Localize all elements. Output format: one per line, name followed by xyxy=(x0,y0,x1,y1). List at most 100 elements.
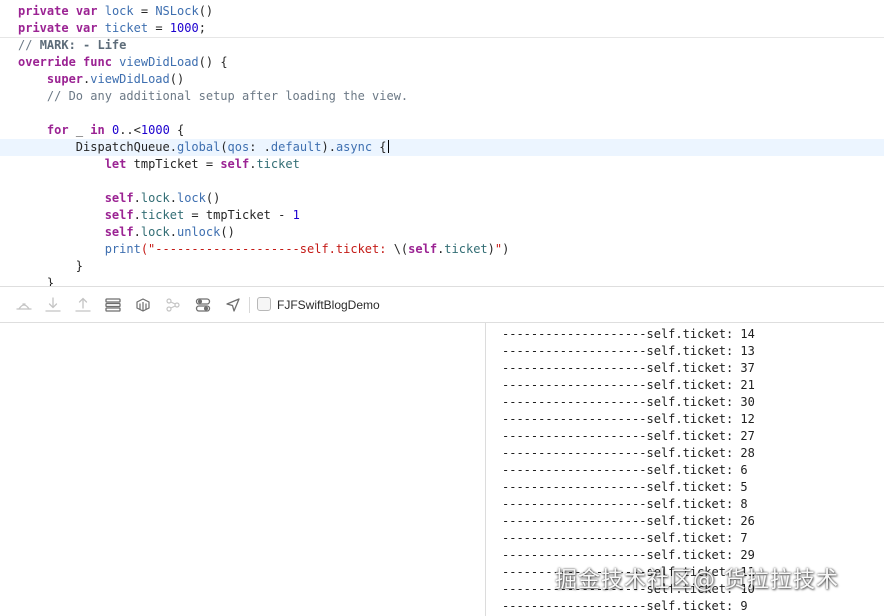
code-line[interactable]: let tmpTicket = self.ticket xyxy=(0,156,884,173)
code-token: super xyxy=(46,72,84,86)
code-token: default xyxy=(270,140,322,154)
code-line[interactable]: // MARK: - Life xyxy=(0,37,884,54)
variables-view[interactable] xyxy=(0,323,485,616)
code-line[interactable]: } xyxy=(0,275,884,286)
code-token: in xyxy=(90,123,105,137)
code-token: ticket xyxy=(444,242,488,256)
code-token: () xyxy=(205,191,221,205)
console-line: --------------------self.ticket: 27 xyxy=(502,429,755,443)
code-token: () xyxy=(198,4,214,18)
code-token: var xyxy=(75,4,98,18)
code-line[interactable]: self.ticket = tmpTicket - 1 xyxy=(0,207,884,224)
toolbar-separator xyxy=(249,297,250,313)
code-token: . xyxy=(133,225,141,239)
code-token: } xyxy=(18,276,55,286)
console-line: --------------------self.ticket: 29 xyxy=(502,548,755,562)
environment-overrides-icon[interactable] xyxy=(193,295,213,315)
code-token: 1000 xyxy=(169,21,199,35)
code-token: 1000 xyxy=(140,123,170,137)
code-line[interactable] xyxy=(0,105,884,122)
hide-debug-area-icon[interactable] xyxy=(14,295,34,315)
code-editor[interactable]: private var lock = NSLock() private var t… xyxy=(0,0,884,286)
code-token: lock xyxy=(176,191,206,205)
code-line[interactable]: print("--------------------self.ticket: … xyxy=(0,241,884,258)
code-token: lock xyxy=(140,225,170,239)
code-line[interactable]: } xyxy=(0,258,884,275)
code-line[interactable] xyxy=(0,173,884,190)
code-token: : . xyxy=(249,140,271,154)
code-token: let xyxy=(104,157,127,171)
code-token: func xyxy=(83,55,112,69)
code-token: tmpTicket = xyxy=(126,157,221,171)
code-line[interactable]: self.lock.unlock() xyxy=(0,224,884,241)
console-line: --------------------self.ticket: 37 xyxy=(502,361,755,375)
code-token: ) xyxy=(487,242,495,256)
code-line[interactable]: super.viewDidLoad() xyxy=(0,71,884,88)
code-token: = xyxy=(148,21,170,35)
code-token: . xyxy=(169,191,177,205)
code-token: } xyxy=(18,259,84,273)
code-line[interactable]: self.lock.lock() xyxy=(0,190,884,207)
code-token: { xyxy=(372,140,387,154)
text-cursor xyxy=(387,140,389,153)
console-line: --------------------self.ticket: 8 xyxy=(502,497,748,511)
console-line: --------------------self.ticket: 6 xyxy=(502,463,748,477)
code-token: ticket xyxy=(104,21,149,35)
code-token: print xyxy=(104,242,141,256)
console-line: --------------------self.ticket: 7 xyxy=(502,531,748,545)
step-over-icon[interactable] xyxy=(43,295,63,315)
code-token: = xyxy=(133,4,156,18)
code-token: . xyxy=(169,225,177,239)
code-token: self xyxy=(104,208,134,222)
mark-divider xyxy=(0,37,884,38)
code-token: private xyxy=(18,4,69,18)
code-token: { xyxy=(169,123,185,137)
code-line[interactable]: DispatchQueue.global(qos: .default).asyn… xyxy=(0,139,884,156)
code-token: viewDidLoad xyxy=(119,55,199,69)
code-token: ). xyxy=(321,140,336,154)
view-hierarchy-icon[interactable] xyxy=(103,295,123,315)
watermark: 掘金技术社区@ 货拉拉技术 xyxy=(555,568,839,593)
step-into-icon[interactable] xyxy=(73,295,93,315)
code-line[interactable]: for _ in 0..<1000 { xyxy=(0,122,884,139)
code-token: ( xyxy=(220,140,228,154)
code-token: 1 xyxy=(292,208,300,222)
code-token: unlock xyxy=(176,225,221,239)
process-name[interactable]: FJFSwiftBlogDemo xyxy=(277,297,380,313)
code-line[interactable]: private var ticket = 1000; xyxy=(0,20,884,37)
code-token: // xyxy=(18,38,40,52)
code-token: self xyxy=(220,157,250,171)
code-token: lock xyxy=(104,4,134,18)
code-token: global xyxy=(176,140,221,154)
console-line: --------------------self.ticket: 26 xyxy=(502,514,755,528)
memory-graph-icon[interactable] xyxy=(133,295,153,315)
console-line: --------------------self.ticket: 5 xyxy=(502,480,748,494)
console-line: --------------------self.ticket: 12 xyxy=(502,412,755,426)
code-token: viewDidLoad xyxy=(90,72,170,86)
share-icon[interactable] xyxy=(163,295,183,315)
code-token: () xyxy=(220,225,235,239)
code-token: ("--------------------self.ticket: xyxy=(140,242,394,256)
code-line[interactable]: override func viewDidLoad() { xyxy=(0,54,884,71)
code-line[interactable]: private var lock = NSLock() xyxy=(0,3,884,20)
code-token: MARK: - Life xyxy=(39,38,127,52)
code-token: () xyxy=(169,72,185,86)
code-token: self xyxy=(104,225,134,239)
code-token: () { xyxy=(198,55,228,69)
code-token: async xyxy=(335,140,373,154)
code-token: for xyxy=(46,123,69,137)
simulate-location-icon[interactable] xyxy=(223,295,243,315)
code-token: _ xyxy=(68,123,91,137)
code-line[interactable]: // Do any additional setup after loading… xyxy=(0,88,884,105)
